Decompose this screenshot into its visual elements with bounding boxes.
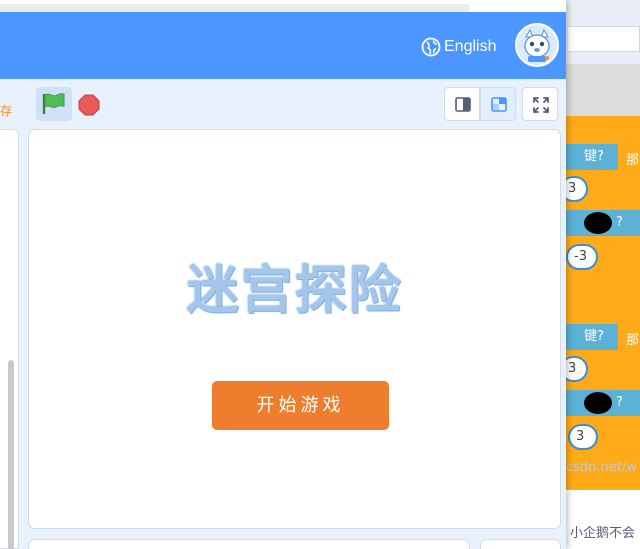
sensing-block: 键? bbox=[566, 324, 618, 350]
palette-scrollbar[interactable] bbox=[8, 360, 14, 549]
green-flag-icon bbox=[42, 93, 65, 114]
number-input: 3 bbox=[568, 424, 598, 450]
block-text: 那 bbox=[626, 333, 640, 348]
browser-address-bar bbox=[568, 26, 640, 52]
stop-icon bbox=[78, 94, 100, 116]
background-tab-strip bbox=[566, 64, 640, 116]
block-text: ? bbox=[616, 395, 623, 410]
globe-icon bbox=[421, 37, 441, 57]
large-stage-button[interactable] bbox=[480, 87, 516, 121]
block-text: 那 bbox=[626, 153, 640, 168]
color-swatch bbox=[584, 212, 612, 234]
small-stage-icon bbox=[455, 97, 471, 112]
language-label: English bbox=[444, 38, 497, 55]
stage-canvas[interactable]: 迷宫探险 开始游戏 bbox=[28, 129, 561, 529]
large-stage-icon bbox=[491, 97, 507, 112]
sensing-block: 键? bbox=[566, 144, 618, 170]
stage-selector-panel bbox=[480, 539, 561, 549]
stage-toolbar: 存 bbox=[0, 79, 566, 129]
small-stage-button[interactable] bbox=[444, 87, 480, 121]
start-game-button[interactable]: 开始游戏 bbox=[212, 381, 389, 430]
save-hint: 存 bbox=[0, 104, 13, 118]
number-input: -3 bbox=[566, 244, 598, 270]
footer-text: 小企鹅不会 bbox=[570, 526, 636, 541]
language-menu[interactable]: English bbox=[421, 36, 496, 58]
fullscreen-button[interactable] bbox=[522, 87, 558, 121]
green-flag-button[interactable] bbox=[36, 87, 72, 121]
game-title: 迷宫探险 bbox=[186, 261, 403, 321]
user-avatar[interactable] bbox=[515, 23, 559, 67]
window-top-edge bbox=[0, 0, 566, 12]
scrollbar[interactable] bbox=[0, 4, 470, 12]
menu-bar: English bbox=[0, 12, 566, 79]
block-text: ? bbox=[616, 215, 623, 230]
background-footer: 小企鹅不会 bbox=[566, 490, 640, 549]
fullscreen-icon bbox=[533, 97, 549, 113]
watermark: csdn.net/w bbox=[566, 460, 637, 475]
scratch-window: English 存 迷宫探险 开始游戏 bbox=[0, 0, 566, 549]
stop-button[interactable] bbox=[78, 94, 100, 116]
background-code-area: 键? 那 3 色 ? -3 键? 那 3 色 ? 3 bbox=[560, 116, 640, 490]
color-swatch bbox=[584, 392, 612, 414]
sprite-info-panel bbox=[28, 539, 470, 549]
robot-avatar-icon bbox=[517, 25, 557, 65]
blocks-palette-edge bbox=[0, 129, 19, 549]
